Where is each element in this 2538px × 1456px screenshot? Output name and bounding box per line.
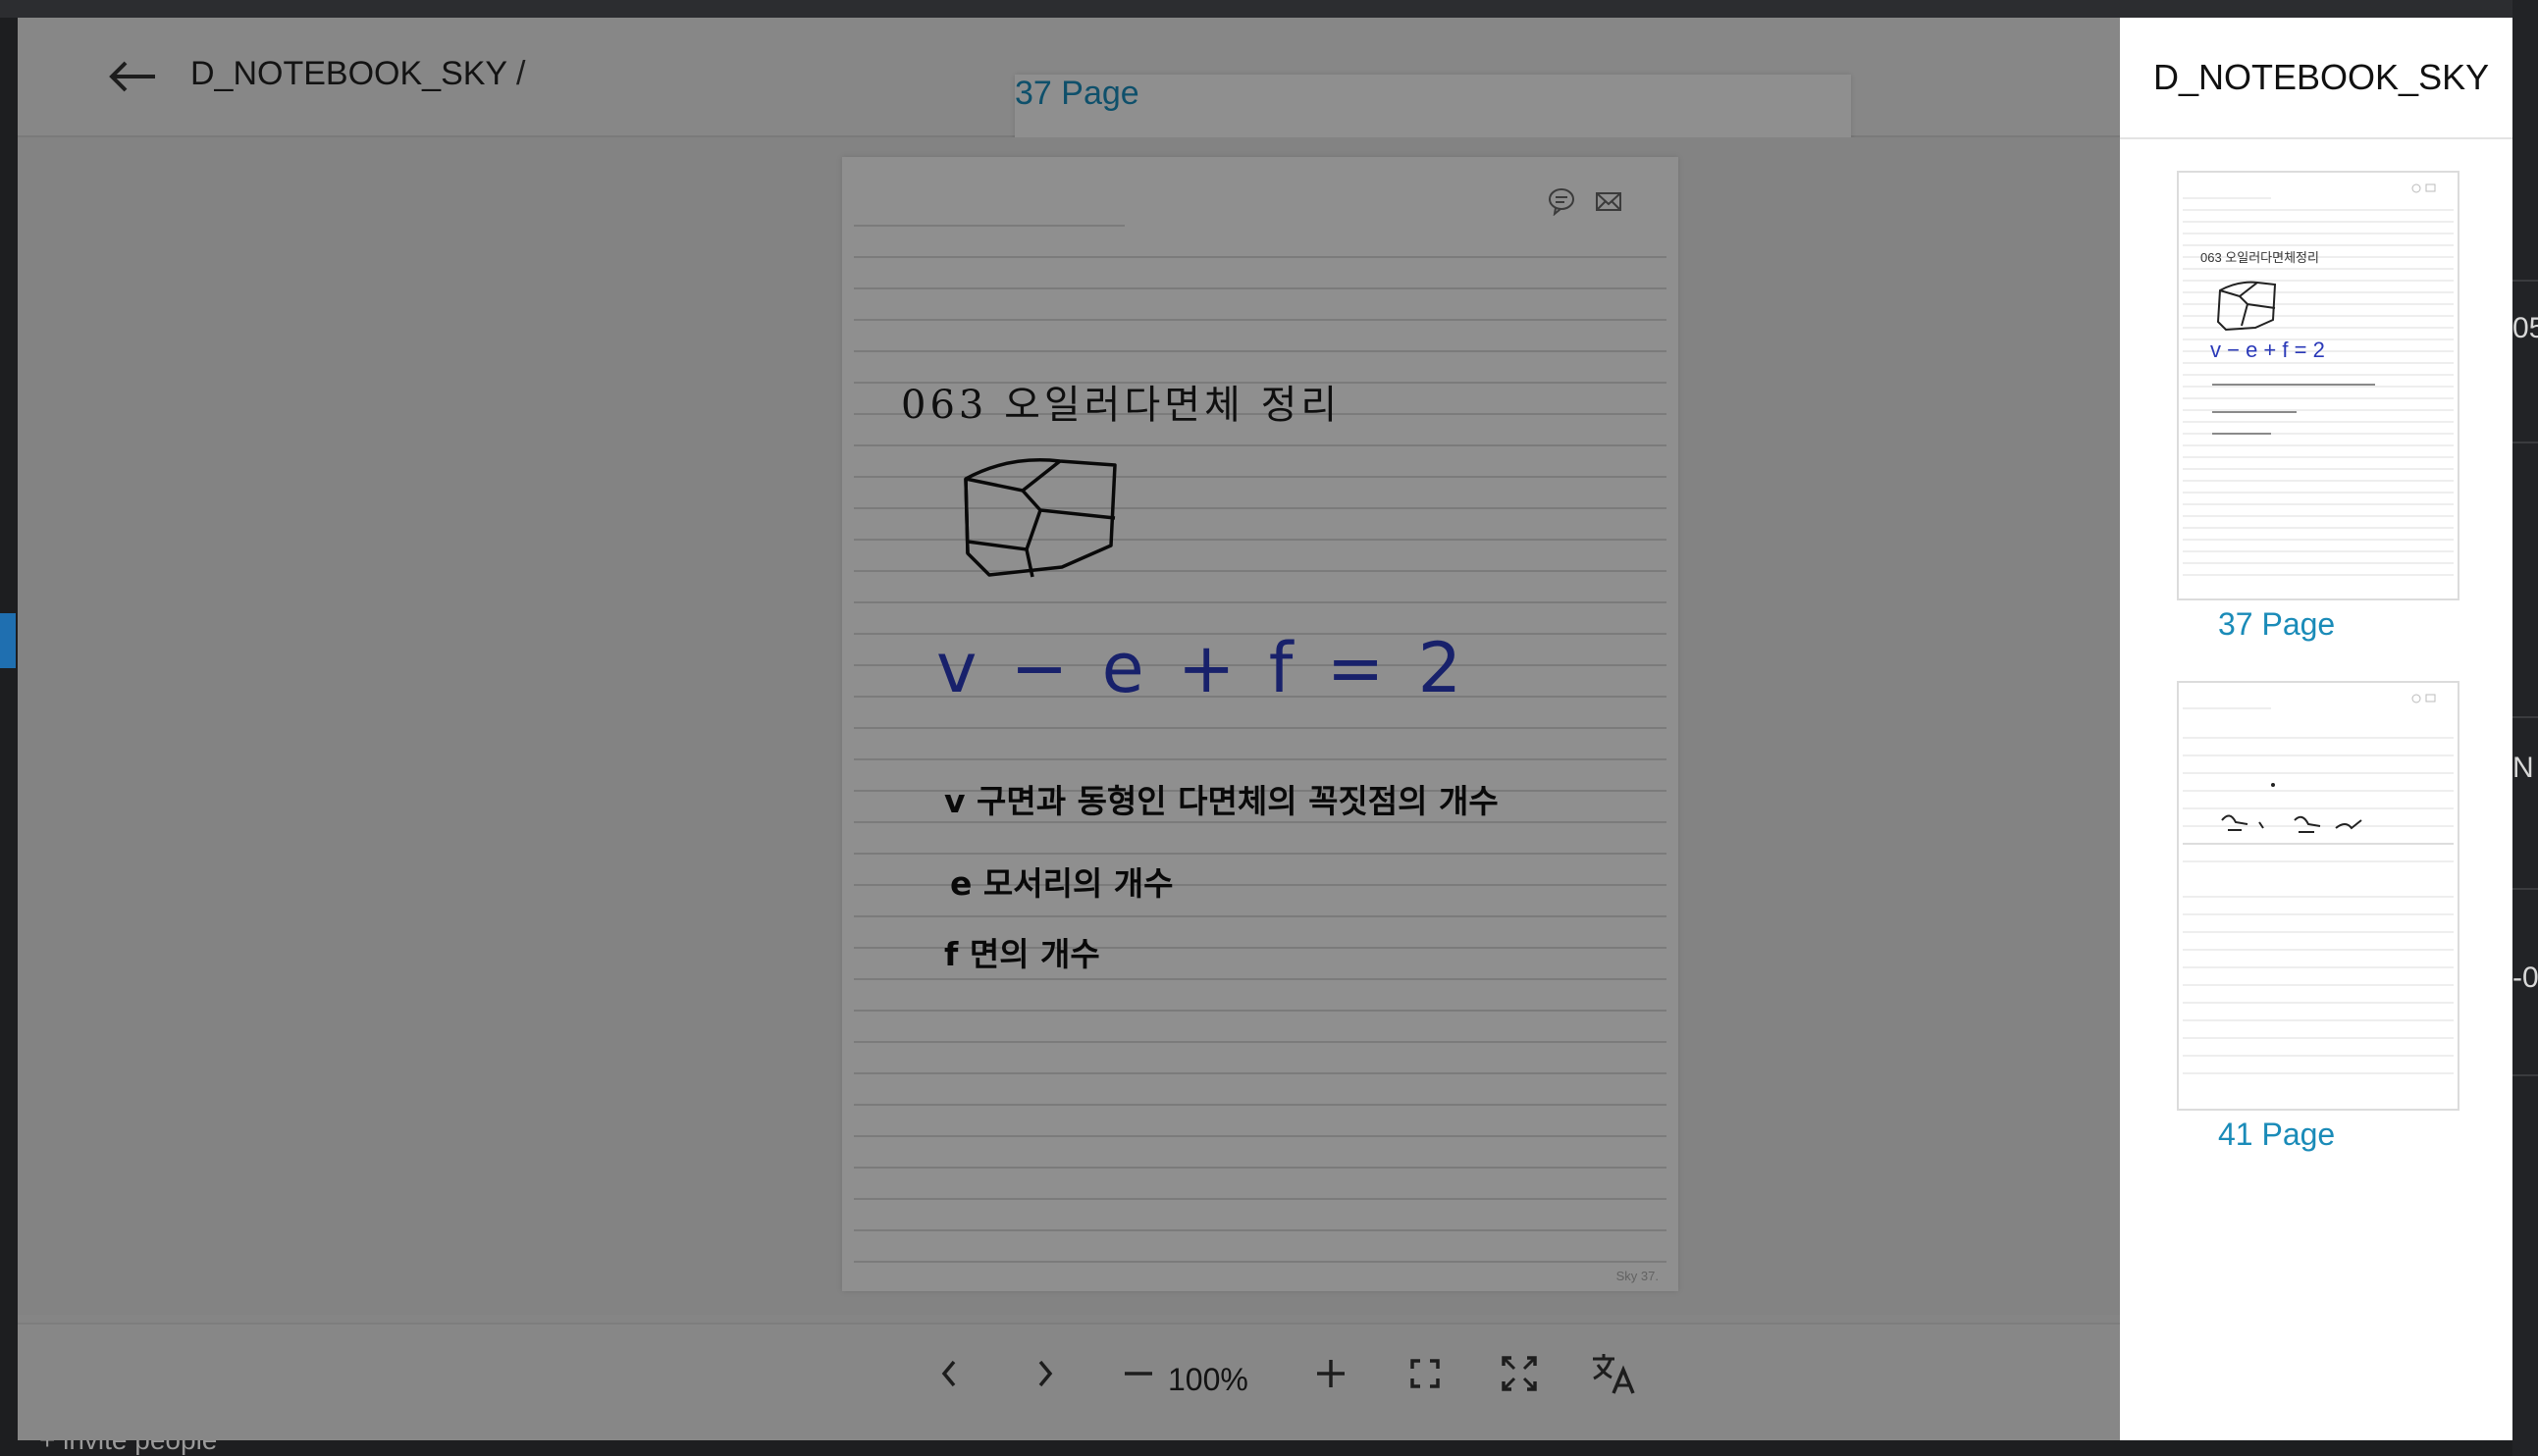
fit-screen-icon (1410, 1359, 1440, 1388)
notebook-page: 063 오일러다면체 정리 v − e + f = 2 v 구면과 동형인 다면… (842, 157, 1678, 1291)
breadcrumb-notebook[interactable]: D_NOTEBOOK_SKY (190, 55, 507, 92)
fullscreen-icon (1502, 1356, 1537, 1391)
polyhedron-sketch (964, 458, 1117, 578)
background-divider (2512, 280, 2538, 282)
panel-title: D_NOTEBOOK_SKY (2153, 57, 2490, 97)
background-divider (2512, 716, 2538, 718)
background-active-indicator (0, 613, 16, 668)
thumbnail-lines (2183, 183, 2454, 576)
fit-screen-button[interactable] (1398, 1346, 1453, 1401)
page-thumbnail[interactable]: 063 오일러다면체정리 v − e + f = 2 (2177, 171, 2459, 600)
back-arrow-icon (109, 61, 155, 92)
background-divider (2512, 442, 2538, 443)
back-button[interactable] (104, 57, 163, 96)
page-canvas: 063 오일러다면체 정리 v − e + f = 2 v 구면과 동형인 다면… (18, 137, 2120, 1315)
next-page-button[interactable] (1017, 1346, 1072, 1401)
notebook-viewer-modal: D_NOTEBOOK_SKY / 37 Page 063 오일러다면체 정리 v… (18, 18, 2512, 1440)
mail-icon (1596, 192, 1621, 211)
handwritten-title: 063 오일러다면체 정리 (901, 383, 1342, 428)
page-viewer: D_NOTEBOOK_SKY / 37 Page 063 오일러다면체 정리 v… (18, 18, 2120, 1440)
thumbnail-lines (2183, 694, 2454, 1074)
zoom-level: 100% (1168, 1362, 1248, 1397)
handwritten-note: v 구면과 동형인 다면체의 꼭짓점의 개수 (944, 782, 1499, 820)
ruled-lines (854, 225, 1666, 1263)
fullscreen-button[interactable] (1492, 1346, 1547, 1401)
chevron-left-icon (941, 1360, 956, 1387)
translate-icon (1593, 1354, 1635, 1394)
background-divider (2512, 888, 2538, 890)
background-peek-text: 05 (2512, 312, 2538, 344)
breadcrumb: D_NOTEBOOK_SKY / 37 Page (190, 55, 1851, 1209)
page-list-panel: D_NOTEBOOK_SKY 063 오일러다면체정리 v − e + f = … (2120, 18, 2512, 1440)
zoom-out-icon (1125, 1372, 1152, 1376)
panel-divider (2120, 137, 2512, 139)
background-divider (2512, 1074, 2538, 1076)
background-right-column (2512, 0, 2538, 1456)
page-thumbnail-label[interactable]: 41 Page (2218, 1117, 2335, 1153)
thumbnail-formula: v − e + f = 2 (2210, 338, 2325, 362)
breadcrumb-separator: / (506, 55, 526, 92)
page-footer: Sky 37. (1615, 1269, 1659, 1283)
background-peek-text: N (2512, 752, 2534, 784)
viewer-toolbar: 100% (18, 1323, 2120, 1440)
zoom-in-icon (1317, 1360, 1345, 1387)
mail-button[interactable] (1594, 186, 1623, 221)
background-peek-text: -0 (2512, 962, 2538, 994)
zoom-out-button[interactable] (1111, 1346, 1166, 1401)
page-thumbnail-label[interactable]: 37 Page (2218, 606, 2335, 643)
comment-button[interactable] (1547, 186, 1576, 221)
handwritten-note: e 모서리의 개수 (950, 864, 1174, 903)
comment-icon (1549, 188, 1574, 217)
chevron-right-icon (1038, 1360, 1053, 1387)
background-topbar (0, 0, 2538, 18)
handwritten-note: f 면의 개수 (944, 935, 1100, 973)
handwritten-formula: v − e + f = 2 (936, 628, 1468, 708)
zoom-in-button[interactable] (1303, 1346, 1358, 1401)
thumbnail-title: 063 오일러다면체정리 (2200, 250, 2319, 265)
previous-page-button[interactable] (923, 1346, 978, 1401)
translate-button[interactable] (1586, 1346, 1641, 1401)
viewer-header: D_NOTEBOOK_SKY / 37 Page (18, 18, 2120, 1209)
page-thumbnail[interactable] (2177, 681, 2459, 1111)
